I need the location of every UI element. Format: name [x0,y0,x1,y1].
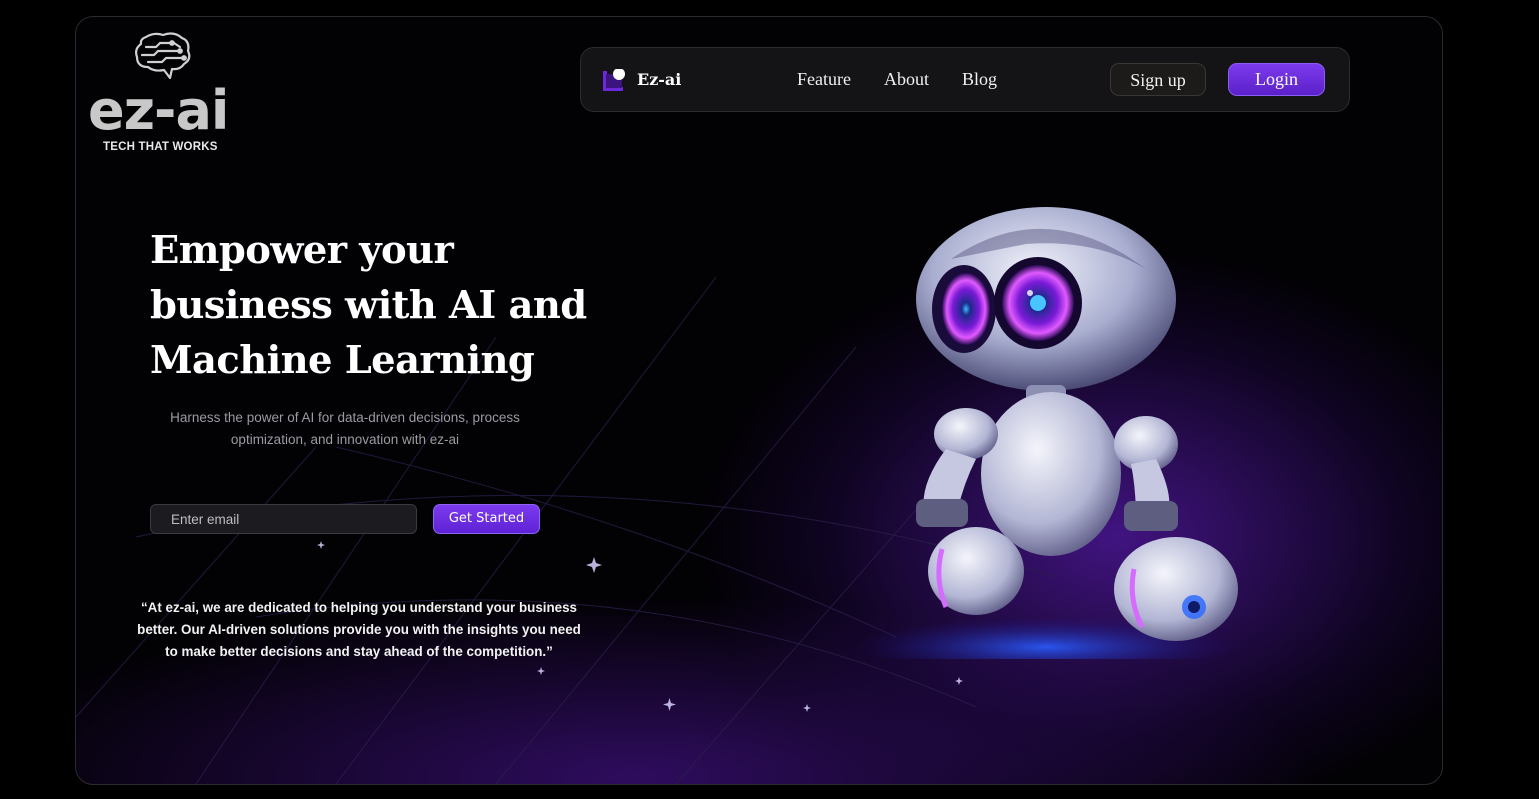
nav-link-blog[interactable]: Blog [962,69,997,90]
get-started-button[interactable]: Get Started [433,504,540,534]
top-navbar: Ez-ai Feature About Blog Sign up Login [580,47,1350,112]
nav-logo-text: Ez-ai [637,70,682,89]
ez-ai-logo-icon [603,69,625,91]
nav-link-about[interactable]: About [884,69,929,90]
signup-button[interactable]: Sign up [1110,63,1206,96]
nav-links: Feature About Blog [797,69,997,90]
hero-title: Empower your business with AI and Machin… [150,228,587,383]
brand-tagline: TECH THAT WORKS [103,141,218,153]
brand-logo[interactable]: ez-ai TECH THAT WORKS [88,31,248,161]
hero-frame: ez-ai TECH THAT WORKS Ez-ai Feature Abou… [75,16,1443,785]
robot-illustration [856,207,1238,659]
email-field[interactable] [150,504,417,534]
login-button[interactable]: Login [1228,63,1325,96]
brain-circuit-icon [135,32,191,80]
brand-wordmark: ez-ai [88,79,229,142]
hero-quote: “At ez-ai, we are dedicated to helping y… [137,600,581,659]
nav-logo[interactable]: Ez-ai [603,63,713,95]
nav-link-feature[interactable]: Feature [797,69,851,90]
hero-subtitle: Harness the power of AI for data-driven … [170,410,520,447]
